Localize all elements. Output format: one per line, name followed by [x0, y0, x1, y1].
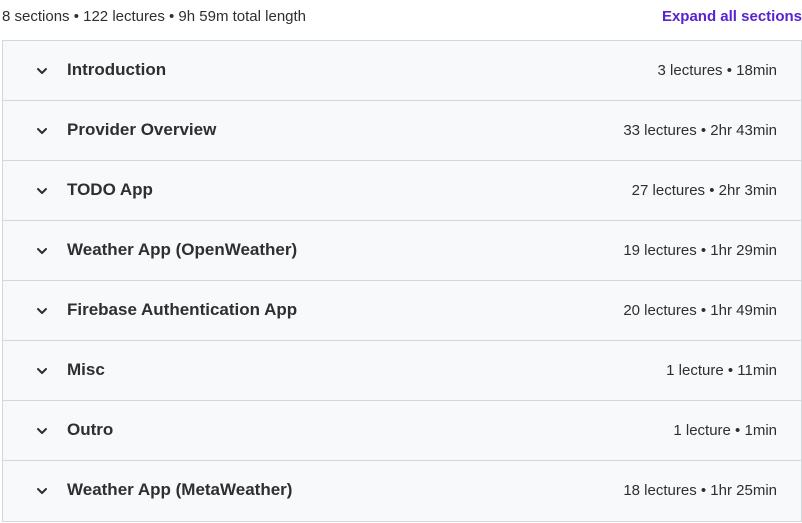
section-row-introduction[interactable]: Introduction 3 lectures • 18min: [3, 41, 801, 101]
section-title: Misc: [67, 360, 105, 379]
section-meta: 20 lectures • 1hr 49min: [623, 302, 777, 319]
chevron-down-icon: [34, 63, 50, 79]
curriculum-section-list: Introduction 3 lectures • 18min Provider…: [2, 40, 802, 522]
section-meta: 1 lecture • 1min: [673, 422, 777, 439]
chevron-down-icon: [34, 183, 50, 199]
section-title: Weather App (MetaWeather): [67, 480, 293, 499]
section-row-provider-overview[interactable]: Provider Overview 33 lectures • 2hr 43mi…: [3, 101, 801, 161]
section-title: TODO App: [67, 180, 153, 199]
section-meta: 1 lecture • 11min: [666, 362, 777, 379]
section-row-weather-app-metaweather[interactable]: Weather App (MetaWeather) 18 lectures • …: [3, 461, 801, 522]
section-title: Firebase Authentication App: [67, 300, 298, 319]
chevron-down-icon: [34, 243, 50, 259]
section-title: Outro: [67, 420, 114, 439]
section-meta: 27 lectures • 2hr 3min: [631, 182, 777, 199]
section-row-misc[interactable]: Misc 1 lecture • 11min: [3, 341, 801, 401]
chevron-down-icon: [34, 483, 50, 499]
expand-all-sections-button[interactable]: Expand all sections: [662, 8, 802, 25]
chevron-down-icon: [34, 303, 50, 319]
section-row-outro[interactable]: Outro 1 lecture • 1min: [3, 401, 801, 461]
section-title: Provider Overview: [67, 120, 217, 139]
chevron-down-icon: [34, 123, 50, 139]
section-meta: 33 lectures • 2hr 43min: [623, 122, 777, 139]
section-title: Weather App (OpenWeather): [67, 240, 298, 259]
section-row-todo-app[interactable]: TODO App 27 lectures • 2hr 3min: [3, 161, 801, 221]
chevron-down-icon: [34, 363, 50, 379]
chevron-down-icon: [34, 423, 50, 439]
section-meta: 18 lectures • 1hr 25min: [623, 482, 777, 499]
section-meta: 3 lectures • 18min: [657, 62, 777, 79]
section-title: Introduction: [67, 60, 167, 79]
section-row-weather-app-openweather[interactable]: Weather App (OpenWeather) 19 lectures • …: [3, 221, 801, 281]
section-row-firebase-authentication-app[interactable]: Firebase Authentication App 20 lectures …: [3, 281, 801, 341]
section-meta: 19 lectures • 1hr 29min: [623, 242, 777, 259]
course-content-header: 8 sections • 122 lectures • 9h 59m total…: [0, 0, 802, 36]
course-summary-text: 8 sections • 122 lectures • 9h 59m total…: [2, 8, 307, 25]
